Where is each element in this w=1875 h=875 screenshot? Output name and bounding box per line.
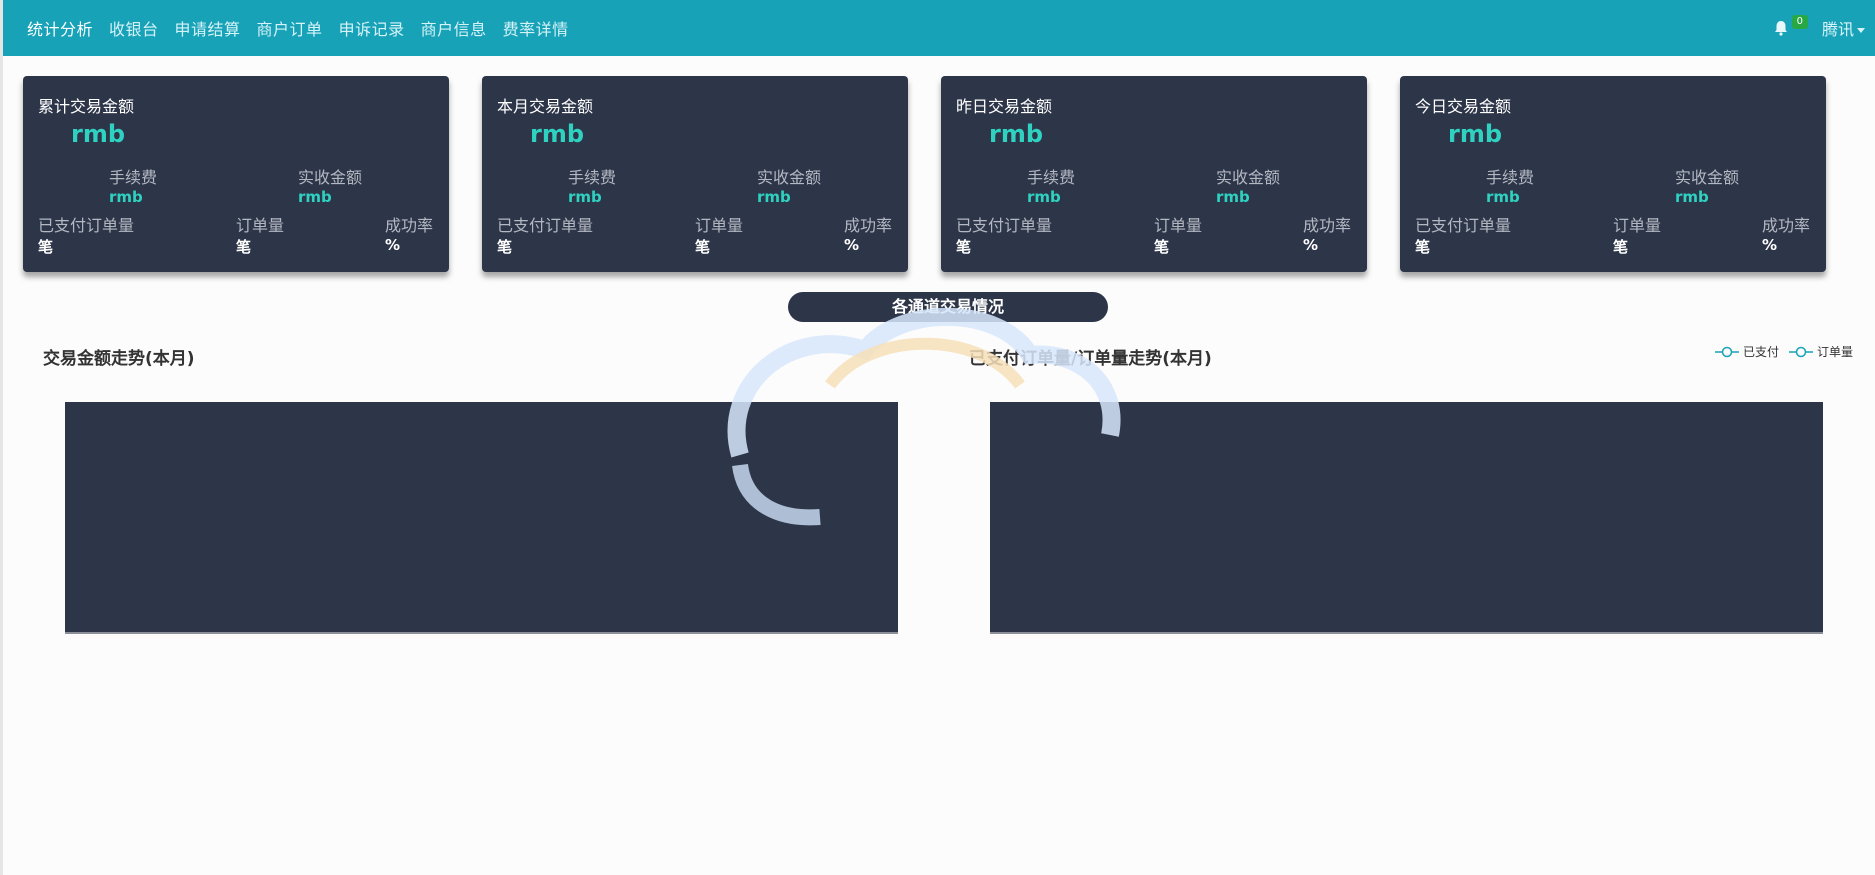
notification-badge: 0 [1791, 15, 1808, 29]
card-amount: rmb [530, 120, 585, 148]
fee-value: rmb [568, 188, 602, 206]
paid-label: 已支付订单量 [956, 216, 1053, 235]
card-amount: rmb [1448, 120, 1503, 148]
orders-label: 订单量 [695, 216, 744, 235]
nav-item-rates[interactable]: 费率详情 [503, 16, 569, 40]
legend-item-orders[interactable]: 订单量 [1788, 343, 1853, 360]
legend-line-circle-icon [1788, 346, 1813, 357]
net-value: rmb [1216, 188, 1250, 206]
rate-value: % [385, 236, 401, 254]
orders-label: 订单量 [1613, 216, 1662, 235]
net-label: 实收金额 [298, 168, 363, 187]
rate-label: 成功率 [1762, 216, 1811, 235]
fee-label: 手续费 [1027, 168, 1076, 187]
amount-trend-chart [65, 402, 898, 634]
rate-label: 成功率 [385, 216, 434, 235]
rate-label: 成功率 [844, 216, 893, 235]
paid-value: 笔 [497, 238, 513, 256]
orders-value: 笔 [695, 238, 711, 256]
net-value: rmb [298, 188, 332, 206]
rate-value: % [844, 236, 860, 254]
fee-value: rmb [109, 188, 143, 206]
stat-card-yesterday: 昨日交易金额 rmb 手续费 rmb 实收金额 rmb 已支付订单量 笔 订单量… [941, 76, 1367, 272]
chevron-down-icon [1857, 28, 1865, 33]
paid-label: 已支付订单量 [1415, 216, 1512, 235]
paid-value: 笔 [38, 238, 54, 256]
orders-trend-chart [990, 402, 1823, 634]
fee-value: rmb [1027, 188, 1061, 206]
nav-right: 0 腾讯 [1774, 0, 1865, 56]
stat-card-today: 今日交易金额 rmb 手续费 rmb 实收金额 rmb 已支付订单量 笔 订单量… [1400, 76, 1826, 272]
rate-value: % [1303, 236, 1319, 254]
fee-label: 手续费 [1486, 168, 1535, 187]
legend-label-paid: 已支付 [1742, 345, 1779, 359]
net-value: rmb [1675, 188, 1709, 206]
legend-label-orders: 订单量 [1816, 345, 1853, 359]
net-label: 实收金额 [1675, 168, 1740, 187]
card-title: 今日交易金额 [1415, 97, 1512, 116]
net-value: rmb [757, 188, 791, 206]
nav-item-merchant-info[interactable]: 商户信息 [421, 16, 487, 40]
card-amount: rmb [71, 120, 126, 148]
orders-value: 笔 [1613, 238, 1629, 256]
fee-label: 手续费 [109, 168, 158, 187]
nav-item-complaints[interactable]: 申诉记录 [339, 16, 405, 40]
bell-icon[interactable] [1774, 20, 1788, 36]
nav-item-orders[interactable]: 商户订单 [257, 16, 323, 40]
card-amount: rmb [989, 120, 1044, 148]
rate-label: 成功率 [1303, 216, 1352, 235]
chart-legend: 已支付 订单量 [1705, 343, 1853, 360]
orders-trend-title: 已支付订单量/订单量走势(本月) [969, 349, 1212, 369]
orders-value: 笔 [236, 238, 252, 256]
nav-item-cashier[interactable]: 收银台 [109, 16, 159, 40]
stat-card-total: 累计交易金额 rmb 手续费 rmb 实收金额 rmb 已支付订单量 笔 订单量… [23, 76, 449, 272]
legend-line-circle-icon [1714, 346, 1739, 357]
stat-card-month: 本月交易金额 rmb 手续费 rmb 实收金额 rmb 已支付订单量 笔 订单量… [482, 76, 908, 272]
paid-value: 笔 [956, 238, 972, 256]
amount-trend-title: 交易金额走势(本月) [43, 349, 195, 369]
orders-label: 订单量 [236, 216, 285, 235]
user-menu[interactable]: 腾讯 [1822, 16, 1865, 40]
net-label: 实收金额 [757, 168, 822, 187]
channel-section-header: 各通道交易情况 [788, 292, 1108, 322]
nav-item-settlement[interactable]: 申请结算 [175, 16, 241, 40]
orders-label: 订单量 [1154, 216, 1203, 235]
page-edge [0, 0, 3, 875]
legend-item-paid[interactable]: 已支付 [1714, 343, 1779, 360]
net-label: 实收金额 [1216, 168, 1281, 187]
rate-value: % [1762, 236, 1778, 254]
user-name: 腾讯 [1821, 20, 1854, 39]
paid-label: 已支付订单量 [497, 216, 594, 235]
card-title: 本月交易金额 [497, 97, 594, 116]
nav-menu: 统计分析 收银台 申请结算 商户订单 申诉记录 商户信息 费率详情 [3, 16, 585, 40]
card-title: 昨日交易金额 [956, 97, 1053, 116]
orders-value: 笔 [1154, 238, 1170, 256]
fee-value: rmb [1486, 188, 1520, 206]
card-title: 累计交易金额 [38, 97, 135, 116]
paid-label: 已支付订单量 [38, 216, 135, 235]
nav-item-stats[interactable]: 统计分析 [27, 16, 93, 40]
paid-value: 笔 [1415, 238, 1431, 256]
fee-label: 手续费 [568, 168, 617, 187]
top-navbar: 统计分析 收银台 申请结算 商户订单 申诉记录 商户信息 费率详情 0 腾讯 [3, 0, 1875, 56]
